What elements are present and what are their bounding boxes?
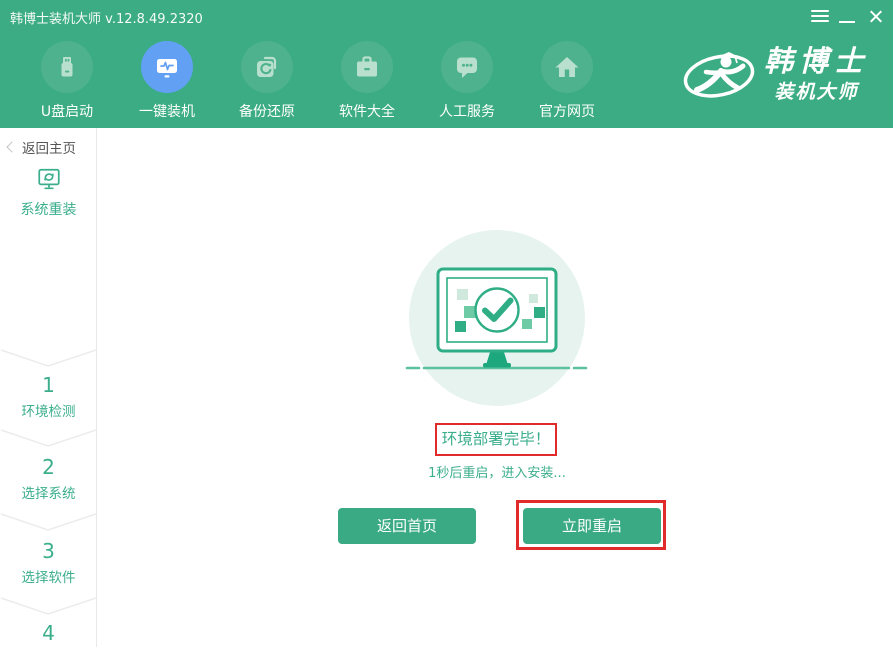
nav-label: 一键装机: [115, 101, 219, 121]
monitor-check-illustration: [397, 218, 597, 418]
sidebar-step-3: 3 选择软件: [0, 538, 97, 586]
step-label: 环境检测: [0, 400, 97, 420]
restart-now-button[interactable]: 立即重启: [523, 508, 661, 544]
sidebar-mode-label: 系统重装: [0, 199, 97, 219]
nav-item-one-click-install[interactable]: 一键装机: [115, 41, 219, 121]
nav-item-support[interactable]: 人工服务: [415, 41, 519, 121]
usb-drive-icon: [41, 41, 93, 93]
chevron-left-icon: [6, 141, 17, 152]
nav-item-official-site[interactable]: 官方网页: [515, 41, 619, 121]
nav-item-backup-restore[interactable]: 备份还原: [215, 41, 319, 121]
nav-label: 软件大全: [315, 101, 419, 121]
back-home-link[interactable]: 返回主页: [8, 137, 76, 157]
sidebar-mode-system-reinstall[interactable]: 系统重装: [0, 166, 97, 219]
chat-bubble-icon: [441, 41, 493, 93]
back-home-label: 返回主页: [22, 137, 76, 157]
brand-logo: 韩博士 装机大师: [682, 42, 869, 108]
sidebar-step-2: 2 选择系统: [0, 454, 97, 502]
sidebar-step-1: 1 环境检测: [0, 372, 97, 420]
step-number: 3: [0, 538, 97, 564]
brand-line2: 装机大师: [764, 77, 869, 104]
step-label: 选择系统: [0, 482, 97, 502]
step-label: 选择软件: [0, 566, 97, 586]
back-home-button[interactable]: 返回首页: [338, 508, 476, 544]
nav-label: 人工服务: [415, 101, 519, 121]
step-divider-chevron: [0, 596, 97, 616]
monitor-pulse-icon: [141, 41, 193, 93]
close-icon[interactable]: [867, 9, 885, 23]
window-title: 韩博士装机大师 v.12.8.49.2320: [10, 8, 203, 27]
header: 韩博士装机大师 v.12.8.49.2320 U盘启动: [0, 0, 893, 128]
nav-item-software[interactable]: 软件大全: [315, 41, 419, 121]
briefcase-icon: [341, 41, 393, 93]
nav-item-usb-boot[interactable]: U盘启动: [15, 41, 119, 121]
app-window: 韩博士装机大师 v.12.8.49.2320 U盘启动: [0, 0, 893, 647]
nav-label: 官方网页: [515, 101, 619, 121]
home-icon: [541, 41, 593, 93]
main-content: 环境部署完毕！ 1秒后重启，进入安装... 返回首页 立即重启: [98, 128, 893, 647]
nav-label: U盘启动: [15, 101, 119, 121]
step-number: 1: [0, 372, 97, 398]
sidebar: 返回主页 系统重装 1 环境检测 2 选择系统 3 选择: [0, 128, 97, 647]
status-title: 环境部署完毕！: [435, 423, 557, 456]
backup-restore-icon: [241, 41, 293, 93]
nav-label: 备份还原: [215, 101, 319, 121]
step-divider-chevron: [0, 348, 97, 368]
status-subtitle: 1秒后重启，进入安装...: [347, 462, 647, 481]
step-number: 4: [0, 620, 97, 646]
step-divider-chevron: [0, 428, 97, 448]
menu-icon[interactable]: [811, 9, 829, 23]
minimize-icon[interactable]: [838, 9, 856, 23]
brand-line1: 韩博士: [764, 46, 869, 78]
step-number: 2: [0, 454, 97, 480]
sidebar-step-4: 4 备份资料: [0, 620, 97, 647]
system-reinstall-icon: [36, 166, 62, 192]
hanboshi-logo-icon: [682, 42, 760, 108]
step-divider-chevron: [0, 512, 97, 532]
brand-name: 韩博士 装机大师: [764, 46, 869, 105]
